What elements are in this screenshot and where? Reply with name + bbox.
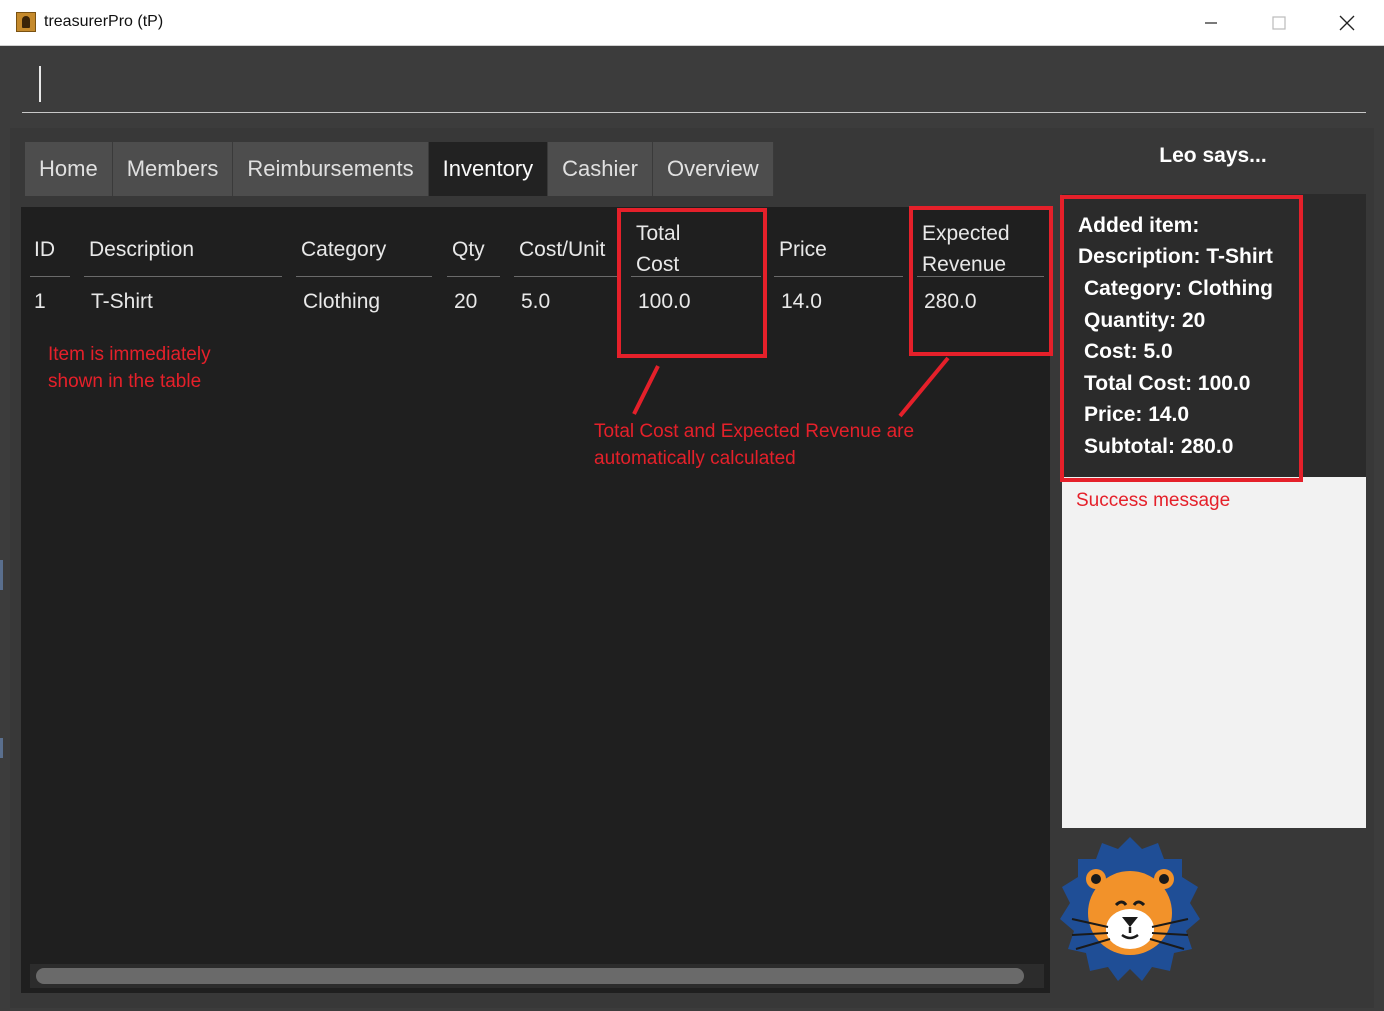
command-area — [0, 46, 1384, 126]
minimize-icon[interactable] — [1176, 0, 1246, 45]
calc-note-line: Total Cost and Expected Revenue are — [594, 421, 915, 442]
cell-id[interactable]: 1 — [34, 290, 46, 314]
text-caret — [39, 66, 41, 102]
window-edge — [0, 560, 3, 590]
tab-bar: Home Members Reimbursements Inventory Ca… — [25, 142, 774, 196]
message-area — [1062, 477, 1366, 828]
header-description[interactable]: Description — [89, 234, 194, 265]
calc-note-line: automatically calculated — [594, 448, 796, 469]
message-highlight — [1060, 195, 1303, 482]
inventory-table — [21, 207, 1050, 993]
header-divider — [774, 276, 903, 277]
header-divider — [447, 276, 500, 277]
header-cost-unit[interactable]: Cost/Unit — [519, 234, 605, 265]
close-icon[interactable] — [1312, 0, 1382, 45]
scrollbar-thumb[interactable] — [36, 968, 1024, 984]
tab-reimbursements[interactable]: Reimbursements — [233, 142, 429, 196]
header-id[interactable]: ID — [34, 234, 55, 265]
app-icon — [16, 12, 36, 32]
window-title: treasurerPro (tP) — [44, 13, 164, 30]
header-qty[interactable]: Qty — [452, 234, 485, 265]
tab-home[interactable]: Home — [25, 142, 113, 196]
total-cost-highlight — [617, 208, 767, 358]
cell-description[interactable]: T-Shirt — [91, 290, 153, 314]
window-edge — [0, 738, 3, 758]
tab-overview[interactable]: Overview — [652, 142, 774, 196]
success-note: Success message — [1076, 490, 1231, 511]
header-divider — [514, 276, 618, 277]
calc-note: Total Cost and Expected Revenue are auto… — [594, 418, 914, 472]
header-divider — [84, 276, 282, 277]
leo-title: Leo says... — [1159, 144, 1267, 167]
title-bar: treasurerPro (tP) — [0, 0, 1384, 46]
header-divider — [30, 276, 70, 277]
table-note: Item is immediately shown in the table — [48, 341, 211, 395]
tab-cashier[interactable]: Cashier — [548, 142, 653, 196]
cell-qty[interactable]: 20 — [454, 290, 477, 314]
header-price[interactable]: Price — [779, 234, 827, 265]
table-note-line: Item is immediately — [48, 344, 211, 365]
tab-members[interactable]: Members — [112, 142, 234, 196]
cell-cost-unit[interactable]: 5.0 — [521, 290, 550, 314]
maximize-icon[interactable] — [1244, 0, 1314, 45]
cell-category[interactable]: Clothing — [303, 290, 380, 314]
lion-mascot-icon — [1060, 837, 1200, 981]
header-divider — [296, 276, 432, 277]
command-input[interactable] — [22, 58, 1366, 113]
expected-revenue-highlight — [909, 206, 1053, 356]
cell-price[interactable]: 14.0 — [781, 290, 822, 314]
header-category[interactable]: Category — [301, 234, 386, 265]
table-note-line: shown in the table — [48, 371, 202, 392]
tab-inventory[interactable]: Inventory — [428, 142, 549, 196]
